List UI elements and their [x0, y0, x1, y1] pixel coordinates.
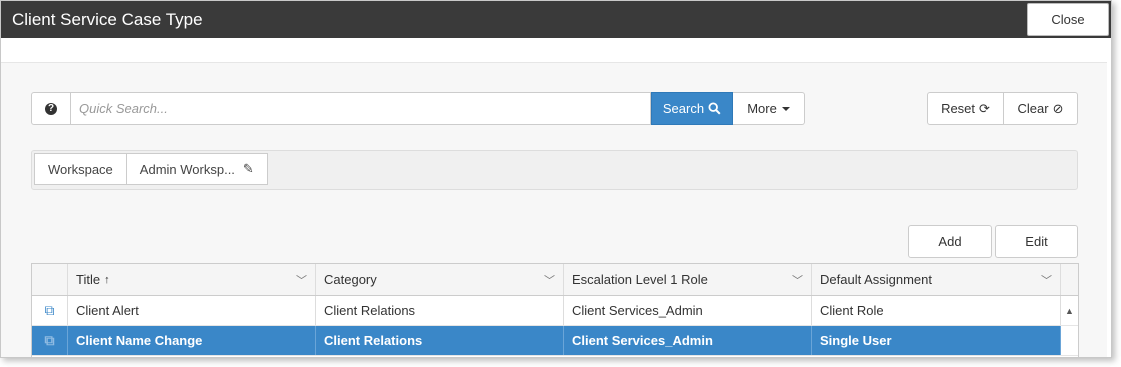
column-header-title[interactable]: Title ↑ ﹀ — [68, 264, 316, 295]
title-bar: Client Service Case Type Close — [1, 1, 1111, 38]
dialog-title: Client Service Case Type — [12, 10, 203, 29]
column-header-escalation-role-label: Escalation Level 1 Role — [572, 272, 708, 287]
question-circle-icon: ? — [45, 102, 57, 115]
reset-button[interactable]: Reset ⟳ — [927, 92, 1004, 125]
cell-title: Client Name Change — [68, 326, 316, 355]
header-action-cell — [32, 264, 68, 295]
more-dropdown-button[interactable]: More — [733, 92, 805, 125]
ban-icon: ⊘ — [1052, 100, 1064, 116]
column-header-title-label: Title — [76, 272, 101, 287]
close-button[interactable]: Close — [1027, 3, 1109, 36]
row-open-cell[interactable]: ⧉ — [32, 326, 68, 355]
external-link-icon[interactable]: ⧉ — [45, 302, 55, 319]
vertical-scrollbar[interactable]: ▲ — [1061, 296, 1078, 325]
table-row[interactable]: ⧉ Client Alert Client Relations Client S… — [32, 296, 1078, 326]
chevron-down-icon[interactable]: ﹀ — [296, 272, 307, 288]
column-header-default-assignment[interactable]: Default Assignment ﹀ — [812, 264, 1061, 295]
search-icon — [708, 102, 721, 115]
chevron-down-icon[interactable]: ﹀ — [544, 272, 555, 288]
help-button[interactable]: ? — [31, 92, 71, 125]
column-header-category[interactable]: Category ﹀ — [316, 264, 564, 295]
cell-escalation-role: Client Services_Admin — [564, 326, 812, 355]
header-scroll-spacer — [1061, 264, 1078, 295]
caret-down-icon — [781, 106, 790, 111]
column-header-default-assignment-label: Default Assignment — [820, 272, 933, 287]
workspace-tabs: Workspace Admin Worksp... ✎ — [34, 153, 268, 185]
admin-workspace-tab-label: Admin Worksp... — [139, 161, 235, 177]
cell-default-assignment: Client Role — [812, 296, 1061, 325]
cell-escalation-role: Client Services_Admin — [564, 296, 812, 325]
more-button-label: More — [747, 101, 777, 116]
row-open-cell[interactable]: ⧉ — [32, 296, 68, 325]
dialog-window: Client Service Case Type Close ? Search … — [0, 0, 1112, 358]
vertical-scrollbar-track[interactable] — [1061, 326, 1078, 355]
refresh-icon: ⟳ — [979, 100, 990, 116]
clear-button-label: Clear — [1017, 101, 1049, 116]
scroll-up-arrow-icon[interactable]: ▲ — [1061, 306, 1078, 316]
cell-default-assignment: Single User — [812, 326, 1061, 355]
data-grid: Title ↑ ﹀ Category ﹀ Escalation Level 1 … — [31, 263, 1079, 357]
clear-button[interactable]: Clear ⊘ — [1004, 92, 1078, 125]
workspace-tab-label: Workspace — [48, 161, 113, 177]
grid-header: Title ↑ ﹀ Category ﹀ Escalation Level 1 … — [32, 264, 1078, 296]
chevron-down-icon[interactable]: ﹀ — [792, 272, 803, 288]
cell-category: Client Relations — [316, 296, 564, 325]
reset-clear-group: Reset ⟳ Clear ⊘ — [927, 92, 1078, 125]
column-header-escalation-role[interactable]: Escalation Level 1 Role ﹀ — [564, 264, 812, 295]
quick-search-input[interactable] — [71, 92, 651, 125]
sort-ascending-icon: ↑ — [104, 273, 110, 286]
cell-category: Client Relations — [316, 326, 564, 355]
chevron-down-icon[interactable]: ﹀ — [1041, 272, 1052, 288]
edit-icon[interactable]: ✎ — [243, 161, 254, 177]
cell-title: Client Alert — [68, 296, 316, 325]
search-button[interactable]: Search — [651, 92, 733, 125]
search-button-label: Search — [662, 101, 705, 116]
column-header-category-label: Category — [324, 272, 377, 287]
add-button[interactable]: Add — [908, 225, 992, 258]
admin-workspace-tab[interactable]: Admin Worksp... ✎ — [126, 153, 268, 185]
quick-search-group: ? Search More — [31, 92, 806, 125]
reset-button-label: Reset — [941, 101, 976, 116]
workspace-tab[interactable]: Workspace — [34, 153, 127, 185]
table-row-selected[interactable]: ⧉ Client Name Change Client Relations Cl… — [32, 326, 1078, 356]
workspace-bar: Workspace Admin Worksp... ✎ — [31, 150, 1078, 190]
external-link-icon[interactable]: ⧉ — [45, 332, 55, 349]
content-panel: ? Search More Reset ⟳ Clear ⊘ — [1, 62, 1107, 357]
edit-button[interactable]: Edit — [995, 225, 1078, 258]
